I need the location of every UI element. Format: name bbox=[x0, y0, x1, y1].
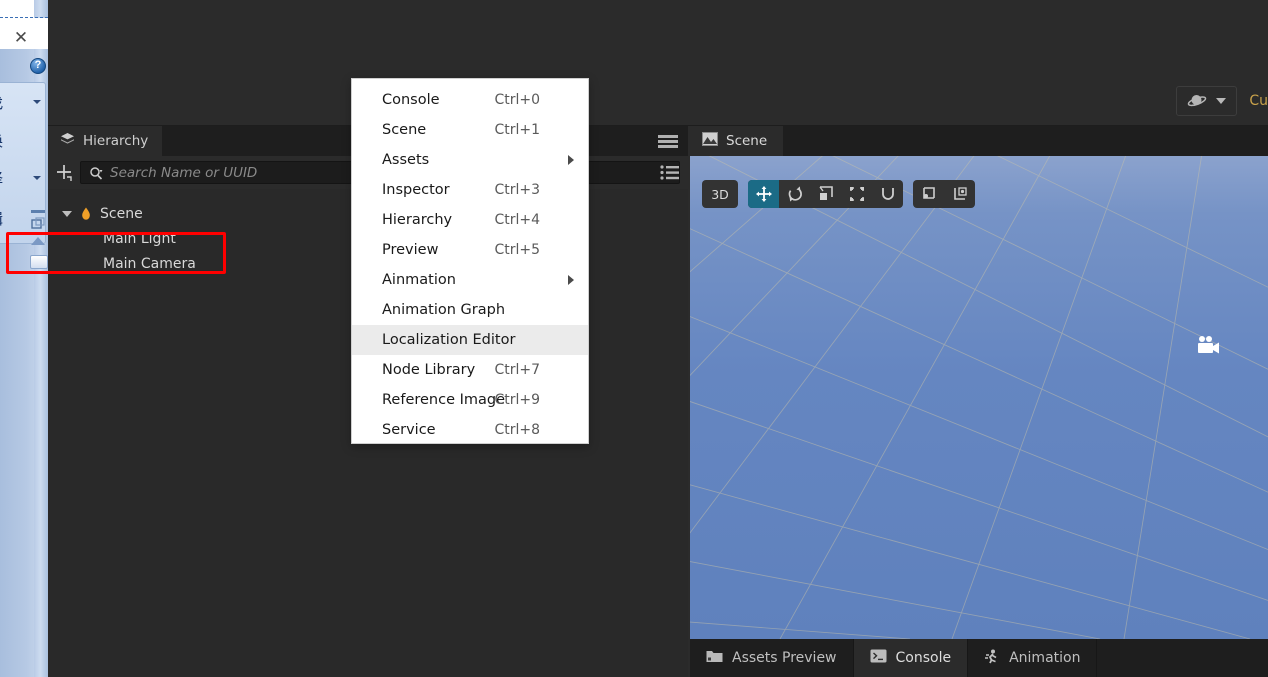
chevron-down-icon bbox=[1216, 98, 1227, 104]
background-menu-label: 查找 bbox=[0, 94, 3, 112]
menu-item-shortcut: Ctrl+5 bbox=[494, 242, 540, 258]
tab-scene[interactable]: Scene bbox=[690, 126, 784, 156]
bottom-panel-tabs: Assets Preview Console Animation bbox=[690, 639, 1268, 677]
menu-item-preview[interactable]: Preview Ctrl+5 bbox=[352, 235, 588, 265]
chevron-right-icon bbox=[568, 275, 574, 285]
menu-item-label: Localization Editor bbox=[382, 332, 516, 348]
tab-hierarchy[interactable]: Hierarchy bbox=[48, 126, 163, 156]
menu-item-shortcut: Ctrl+1 bbox=[494, 122, 540, 138]
menu-item-shortcut: Ctrl+3 bbox=[494, 182, 540, 198]
planet-icon bbox=[1187, 91, 1207, 111]
panel-dropdown-menu[interactable]: Console Ctrl+0 Scene Ctrl+1 Assets Inspector C… bbox=[351, 78, 589, 444]
background-menu-item-replace[interactable]: 替换 bbox=[0, 123, 47, 159]
help-icon[interactable] bbox=[30, 58, 46, 74]
menu-item-shortcut: Ctrl+0 bbox=[494, 92, 540, 108]
menu-item-label: Assets bbox=[382, 152, 430, 168]
toolbar-right-group: Cu bbox=[1176, 86, 1268, 116]
menu-item-label: Node Library bbox=[382, 362, 476, 378]
chevron-down-icon[interactable] bbox=[62, 210, 72, 217]
background-menu-item-find[interactable]: 查找 bbox=[0, 85, 47, 121]
background-restore-icon[interactable] bbox=[30, 216, 46, 232]
menu-item-shortcut: Ctrl+9 bbox=[494, 392, 540, 408]
camera-icon[interactable] bbox=[1195, 335, 1221, 357]
running-man-icon bbox=[984, 649, 1000, 668]
menu-item-label: Console bbox=[382, 92, 440, 108]
menu-item-label: Ainmation bbox=[382, 272, 456, 288]
menu-item-label: Animation Graph bbox=[382, 302, 506, 318]
layout-selector[interactable] bbox=[1176, 86, 1238, 116]
tab-hierarchy-label: Hierarchy bbox=[83, 133, 149, 149]
rect-tool[interactable] bbox=[841, 180, 872, 208]
coordinate-local-tool[interactable] bbox=[944, 180, 975, 208]
menu-item-label: Scene bbox=[382, 122, 427, 138]
tab-label: Assets Preview bbox=[732, 650, 837, 666]
menu-item-hierarchy[interactable]: Hierarchy Ctrl+4 bbox=[352, 205, 588, 235]
chevron-down-icon bbox=[33, 176, 41, 180]
app-toolbar: Cu bbox=[48, 78, 1268, 126]
transform-tool-group bbox=[748, 180, 903, 208]
screen-root: 查找 替换 选择 编辑 ✕ Untitled - test-cases-3d- … bbox=[0, 0, 1268, 677]
tab-label: Console bbox=[895, 650, 952, 666]
chevron-down-icon bbox=[33, 100, 41, 104]
background-menu-label: 编辑 bbox=[0, 210, 3, 228]
scroll-up-icon[interactable] bbox=[31, 237, 45, 245]
rotate-tool[interactable] bbox=[779, 180, 810, 208]
menu-item-label: Reference Image bbox=[382, 392, 506, 408]
hamburger-menu-icon[interactable] bbox=[658, 135, 678, 148]
scene-tabstrip: Scene bbox=[690, 126, 1268, 156]
scale-tool[interactable] bbox=[810, 180, 841, 208]
pivot-center-tool[interactable] bbox=[913, 180, 944, 208]
menu-item-label: Service bbox=[382, 422, 436, 438]
tab-label: Animation bbox=[1009, 650, 1081, 666]
scrollbar-thumb[interactable] bbox=[30, 255, 48, 269]
tab-scene-label: Scene bbox=[726, 133, 768, 149]
background-menu-label: 替换 bbox=[0, 132, 3, 150]
add-node-button[interactable] bbox=[48, 156, 80, 189]
menu-item-service[interactable]: Service Ctrl+8 bbox=[352, 415, 588, 445]
background-menu-item-select[interactable]: 选择 bbox=[0, 161, 47, 197]
magnet-tool[interactable] bbox=[872, 180, 903, 208]
menu-item-ainmation[interactable]: Ainmation bbox=[352, 265, 588, 295]
terminal-icon bbox=[870, 649, 887, 667]
move-tool[interactable] bbox=[748, 180, 779, 208]
menu-item-scene[interactable]: Scene Ctrl+1 bbox=[352, 115, 588, 145]
tab-animation[interactable]: Animation bbox=[968, 639, 1098, 677]
menu-item-localization-editor[interactable]: Localization Editor bbox=[352, 325, 588, 355]
node-label: Main Light bbox=[103, 230, 176, 247]
tab-console[interactable]: Console bbox=[853, 639, 969, 677]
menu-item-shortcut: Ctrl+4 bbox=[494, 212, 540, 228]
menu-item-shortcut: Ctrl+7 bbox=[494, 362, 540, 378]
scene-flame-icon bbox=[79, 206, 93, 222]
close-icon[interactable]: ✕ bbox=[10, 27, 32, 49]
menu-item-assets[interactable]: Assets bbox=[352, 145, 588, 175]
background-menu-label: 选择 bbox=[0, 170, 3, 188]
scene-toolbar: 3D bbox=[702, 180, 975, 208]
folder-icon bbox=[706, 649, 723, 667]
node-label: Scene bbox=[100, 205, 143, 222]
chevron-right-icon bbox=[568, 155, 574, 165]
node-label: Main Camera bbox=[103, 255, 196, 272]
search-icon bbox=[89, 166, 103, 180]
menu-item-shortcut: Ctrl+8 bbox=[494, 422, 540, 438]
scene-icon bbox=[702, 132, 718, 150]
toggle-3d-button[interactable]: 3D bbox=[702, 180, 738, 208]
scene-viewport[interactable]: 3D bbox=[690, 156, 1268, 639]
menu-item-inspector[interactable]: Inspector Ctrl+3 bbox=[352, 175, 588, 205]
list-view-icon[interactable] bbox=[660, 165, 680, 180]
menu-item-reference-image[interactable]: Reference Image Ctrl+9 bbox=[352, 385, 588, 415]
menu-item-label: Hierarchy bbox=[382, 212, 453, 228]
menu-item-console[interactable]: Console Ctrl+0 bbox=[352, 85, 588, 115]
menu-item-label: Inspector bbox=[382, 182, 450, 198]
scene-dock: Scene 3D Assets Preview Console Animatio… bbox=[690, 126, 1268, 677]
tab-assets-preview[interactable]: Assets Preview bbox=[690, 639, 854, 677]
layout-name-label: Cu bbox=[1249, 93, 1268, 109]
menu-item-animation-graph[interactable]: Animation Graph bbox=[352, 295, 588, 325]
menu-item-node-library[interactable]: Node Library Ctrl+7 bbox=[352, 355, 588, 385]
background-minimize-icon[interactable] bbox=[31, 210, 45, 213]
layers-icon bbox=[60, 132, 75, 150]
pivot-tool-group bbox=[913, 180, 975, 208]
menu-item-label: Preview bbox=[382, 242, 439, 258]
